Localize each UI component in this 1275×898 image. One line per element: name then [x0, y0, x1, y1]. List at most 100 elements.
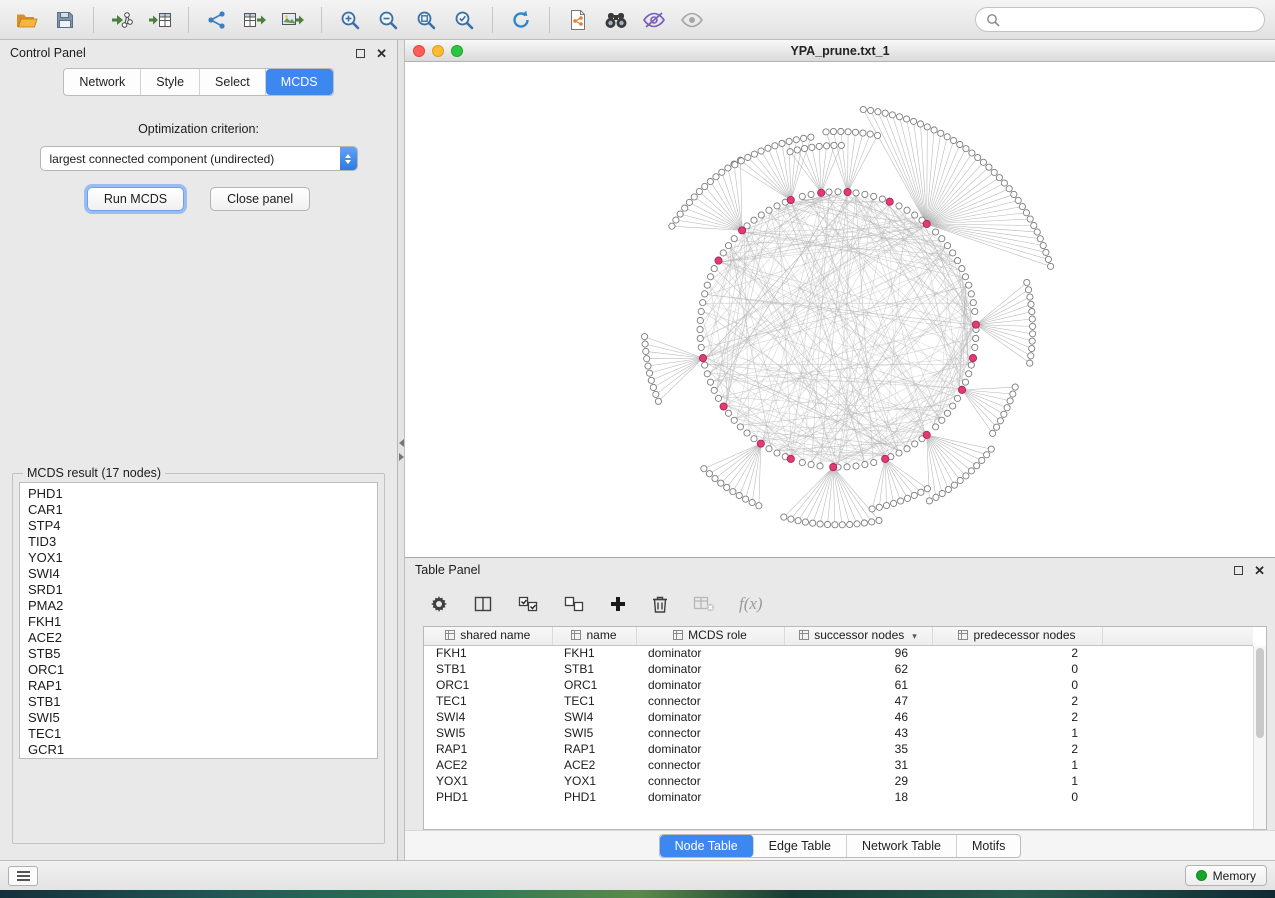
mcds-result-item[interactable]: CAR1: [28, 502, 377, 518]
tab-style[interactable]: Style: [141, 69, 200, 95]
table-cell[interactable]: 18: [784, 789, 932, 805]
export-network-button[interactable]: [200, 5, 234, 35]
memory-button[interactable]: Memory: [1185, 865, 1267, 886]
table-cell[interactable]: FKH1: [424, 645, 552, 661]
table-cell[interactable]: STB1: [424, 661, 552, 677]
search-input[interactable]: [1006, 13, 1254, 27]
search-box[interactable]: [975, 7, 1265, 32]
optimization-criterion-select[interactable]: largest connected component (undirected): [40, 146, 358, 171]
table-scrollbar-thumb[interactable]: [1256, 648, 1264, 738]
table-cell[interactable]: 2: [932, 645, 1102, 661]
table-cell[interactable]: 29: [784, 773, 932, 789]
table-cell[interactable]: SWI4: [424, 709, 552, 725]
share-document-button[interactable]: [561, 5, 595, 35]
mcds-result-item[interactable]: YOX1: [28, 550, 377, 566]
table-cell[interactable]: dominator: [636, 645, 784, 661]
mcds-result-item[interactable]: STB5: [28, 646, 377, 662]
hide-graphics-details-button[interactable]: [637, 5, 671, 35]
window-zoom-button[interactable]: [451, 45, 463, 57]
table-cell[interactable]: 1: [932, 725, 1102, 741]
table-cell[interactable]: SWI4: [552, 709, 636, 725]
network-canvas[interactable]: [405, 62, 1275, 557]
table-cell[interactable]: 43: [784, 725, 932, 741]
mcds-result-item[interactable]: STB1: [28, 694, 377, 710]
table-cell[interactable]: ORC1: [552, 677, 636, 693]
tab-network-table[interactable]: Network Table: [847, 835, 957, 857]
table-cell[interactable]: 0: [932, 661, 1102, 677]
table-cell[interactable]: 2: [932, 693, 1102, 709]
tab-node-table[interactable]: Node Table: [660, 835, 754, 857]
table-cell[interactable]: 1: [932, 757, 1102, 773]
close-panel-button[interactable]: Close panel: [210, 187, 310, 211]
mcds-result-item[interactable]: SWI4: [28, 566, 377, 582]
float-table-panel-icon[interactable]: [1234, 566, 1243, 575]
table-cell[interactable]: ORC1: [424, 677, 552, 693]
table-settings-button[interactable]: [429, 594, 449, 614]
mcds-result-item[interactable]: PHD1: [28, 486, 377, 502]
select-all-columns-button[interactable]: [517, 595, 539, 613]
table-row[interactable]: TEC1TEC1connector472: [424, 693, 1253, 709]
table-cell[interactable]: 35: [784, 741, 932, 757]
table-cell[interactable]: SWI5: [424, 725, 552, 741]
function-builder-button[interactable]: f(x): [739, 594, 763, 614]
show-column-panel-button[interactable]: [473, 595, 493, 613]
mcds-result-item[interactable]: ORC1: [28, 662, 377, 678]
mcds-result-item[interactable]: STP4: [28, 518, 377, 534]
import-table-button[interactable]: [143, 5, 177, 35]
table-cell[interactable]: dominator: [636, 741, 784, 757]
table-cell[interactable]: PHD1: [424, 789, 552, 805]
table-cell[interactable]: ACE2: [424, 757, 552, 773]
zoom-selected-button[interactable]: [447, 5, 481, 35]
mcds-result-item[interactable]: GCR1: [28, 742, 377, 758]
table-row[interactable]: ACE2ACE2connector311: [424, 757, 1253, 773]
column-header-predecessor-nodes[interactable]: predecessor nodes: [932, 627, 1102, 645]
table-scrollbar[interactable]: [1253, 646, 1266, 829]
table-cell[interactable]: 2: [932, 709, 1102, 725]
table-cell[interactable]: connector: [636, 757, 784, 773]
task-history-button[interactable]: [8, 866, 38, 886]
table-cell[interactable]: 96: [784, 645, 932, 661]
open-file-button[interactable]: [10, 5, 44, 35]
table-cell[interactable]: ACE2: [552, 757, 636, 773]
table-row[interactable]: STB1STB1dominator620: [424, 661, 1253, 677]
mcds-result-item[interactable]: FKH1: [28, 614, 377, 630]
table-cell[interactable]: 47: [784, 693, 932, 709]
save-session-button[interactable]: [48, 5, 82, 35]
network-graph[interactable]: [405, 62, 1275, 557]
table-cell[interactable]: connector: [636, 773, 784, 789]
column-header-successor-nodes[interactable]: successor nodes▾: [784, 627, 932, 645]
close-table-panel-icon[interactable]: ✕: [1254, 564, 1265, 577]
panel-splitter[interactable]: [398, 40, 405, 860]
zoom-out-button[interactable]: [371, 5, 405, 35]
tab-network[interactable]: Network: [64, 69, 141, 95]
mcds-result-item[interactable]: TID3: [28, 534, 377, 550]
table-cell[interactable]: dominator: [636, 789, 784, 805]
table-cell[interactable]: 1: [932, 773, 1102, 789]
run-mcds-button[interactable]: Run MCDS: [87, 187, 184, 211]
tab-select[interactable]: Select: [200, 69, 266, 95]
table-cell[interactable]: PHD1: [552, 789, 636, 805]
table-cell[interactable]: TEC1: [424, 693, 552, 709]
table-cell[interactable]: 31: [784, 757, 932, 773]
mcds-result-item[interactable]: ACE2: [28, 630, 377, 646]
table-cell[interactable]: RAP1: [552, 741, 636, 757]
table-cell[interactable]: 0: [932, 789, 1102, 805]
window-close-button[interactable]: [413, 45, 425, 57]
window-minimize-button[interactable]: [432, 45, 444, 57]
table-row[interactable]: ORC1ORC1dominator610: [424, 677, 1253, 693]
tab-motifs[interactable]: Motifs: [957, 835, 1020, 857]
float-panel-icon[interactable]: [356, 49, 365, 58]
table-cell[interactable]: 62: [784, 661, 932, 677]
table-cell[interactable]: 46: [784, 709, 932, 725]
close-panel-icon[interactable]: ✕: [376, 47, 387, 60]
table-cell[interactable]: dominator: [636, 661, 784, 677]
table-cell[interactable]: RAP1: [424, 741, 552, 757]
expand-right-icon[interactable]: [399, 453, 404, 461]
table-cell[interactable]: SWI5: [552, 725, 636, 741]
table-row[interactable]: FKH1FKH1dominator962: [424, 645, 1253, 661]
table-cell[interactable]: STB1: [552, 661, 636, 677]
table-row[interactable]: RAP1RAP1dominator352: [424, 741, 1253, 757]
zoom-fit-button[interactable]: [409, 5, 443, 35]
mcds-result-item[interactable]: RAP1: [28, 678, 377, 694]
show-graphics-details-button[interactable]: [675, 5, 709, 35]
